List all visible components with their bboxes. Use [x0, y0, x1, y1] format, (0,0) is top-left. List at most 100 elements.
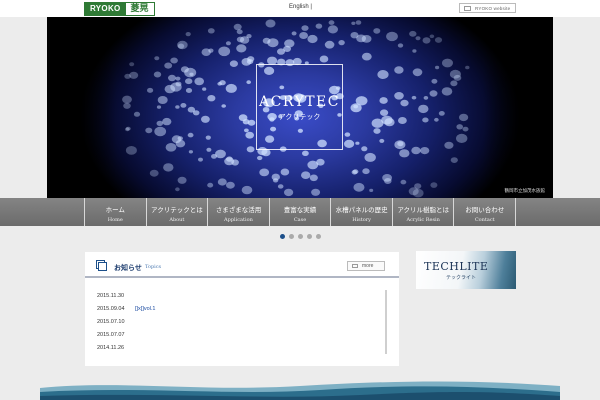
jellyfish-shape — [373, 28, 381, 34]
jellyfish-shape — [185, 32, 191, 37]
jellyfish-shape — [147, 87, 154, 93]
jellyfish-shape — [409, 30, 417, 37]
jellyfish-shape — [226, 181, 235, 189]
jellyfish-shape — [380, 109, 389, 116]
news-item[interactable]: 2015.07.07 — [97, 329, 155, 342]
jellyfish-shape — [299, 32, 308, 39]
ryoko-website-button[interactable]: RYOKO website — [459, 3, 516, 13]
jellyfish-shape — [123, 102, 131, 109]
news-item[interactable]: 2015.11.30 — [97, 290, 155, 303]
jellyfish-shape — [462, 126, 469, 132]
slider-dot[interactable] — [289, 234, 294, 239]
jellyfish-shape — [456, 124, 464, 130]
jellyfish-shape — [414, 183, 422, 190]
jellyfish-shape — [185, 88, 193, 93]
news-subtitle: Topics — [145, 264, 162, 270]
jellyfish-shape — [206, 147, 212, 152]
nav-item-history[interactable]: 水槽パネルの歴史 History — [331, 198, 393, 226]
jellyfish-shape — [328, 20, 335, 25]
english-link[interactable]: English | — [289, 4, 312, 10]
jellyfish-shape — [431, 78, 438, 84]
jellyfish-shape — [442, 58, 453, 68]
jellyfish-shape — [351, 170, 358, 175]
jellyfish-shape — [163, 163, 174, 172]
nav-label-jp: さまざまな活用 — [215, 207, 262, 214]
news-list: 2015.11.30 2015.09.04 []x[]vol.1 2015.07… — [97, 290, 155, 355]
jellyfish-shape — [187, 132, 194, 138]
nav-item-contact[interactable]: お問い合わせ Contact — [454, 198, 517, 226]
jellyfish-shape — [353, 104, 359, 109]
news-header: お知らせ Topics more — [85, 252, 399, 278]
jellyfish-shape — [412, 49, 417, 53]
jellyfish-shape — [364, 152, 376, 162]
news-date: 2015.07.10 — [97, 319, 125, 325]
jellyfish-shape — [307, 34, 318, 44]
jellyfish-shape — [154, 56, 160, 61]
jellyfish-shape — [400, 179, 407, 185]
jellyfish-shape — [187, 106, 196, 113]
ryoko-logo[interactable]: RYOKO 菱晃 — [84, 2, 155, 16]
jellyfish-shape — [327, 25, 338, 34]
slider-dot[interactable] — [280, 234, 285, 239]
news-item[interactable]: 2015.09.04 []x[]vol.1 — [97, 303, 155, 316]
jellyfish-shape — [175, 76, 181, 81]
jellyfish-shape — [225, 41, 231, 46]
nav-item-acrylic-resin[interactable]: アクリル樹脂とは Acrylic Resin — [393, 198, 455, 226]
jellyfish-shape — [171, 135, 182, 144]
jellyfish-shape — [211, 154, 217, 159]
slider-pagination — [280, 234, 321, 239]
jellyfish-shape — [145, 127, 153, 134]
news-title: お知らせ — [114, 265, 142, 272]
jellyfish-shape — [386, 31, 398, 42]
jellyfish-shape — [218, 46, 231, 57]
jellyfish-shape — [338, 40, 345, 46]
nav-label-jp: 水槽パネルの歴史 — [335, 207, 388, 214]
jellyfish-shape — [229, 60, 238, 67]
slider-dot[interactable] — [316, 234, 321, 239]
techlite-banner[interactable]: TECHLITE テックライト — [416, 251, 516, 289]
news-panel: お知らせ Topics more 2015.11.30 2015.09.04 [… — [85, 252, 399, 366]
jellyfish-shape — [241, 58, 252, 66]
news-item[interactable]: 2015.07.10 — [97, 316, 155, 329]
jellyfish-shape — [355, 20, 362, 25]
jellyfish-shape — [168, 74, 176, 82]
nav-label-en: About — [169, 217, 185, 223]
jellyfish-shape — [361, 146, 368, 152]
hero-title: ACRYTEC — [259, 94, 340, 110]
slider-dot[interactable] — [298, 234, 303, 239]
jellyfish-shape — [379, 138, 385, 143]
jellyfish-shape — [122, 95, 132, 104]
news-link[interactable]: []x[]vol.1 — [135, 303, 155, 316]
jellyfish-shape — [301, 171, 311, 179]
nav-item-about[interactable]: アクリテックとは About — [147, 198, 209, 226]
jellyfish-shape — [277, 184, 284, 189]
jellyfish-shape — [164, 62, 173, 69]
jellyfish-shape — [319, 55, 329, 63]
more-button[interactable]: more — [347, 261, 385, 271]
nav-item-case[interactable]: 豊富な実績 Case — [270, 198, 332, 226]
jellyfish-shape — [422, 117, 429, 123]
banner-title: TECHLITE — [424, 260, 489, 273]
jellyfish-shape — [450, 80, 458, 87]
nav-label-en: Contact — [474, 217, 495, 223]
slider-dot[interactable] — [307, 234, 312, 239]
news-date: 2015.11.30 — [97, 293, 125, 299]
jellyfish-shape — [301, 25, 309, 31]
main-nav: ホーム Home アクリテックとは About さまざまな活用 Applicat… — [84, 198, 517, 226]
jellyfish-shape — [420, 147, 430, 155]
hero-slideshow[interactable]: ACRYTEC アクリテック 鶴岡市立加茂水族館 — [47, 17, 553, 198]
nav-item-home[interactable]: ホーム Home — [85, 198, 147, 226]
jellyfish-shape — [422, 37, 431, 44]
news-scrollbar[interactable] — [385, 290, 387, 354]
nav-item-application[interactable]: さまざまな活用 Application — [208, 198, 270, 226]
news-item[interactable]: 2014.11.26 — [97, 342, 155, 355]
jellyfish-shape — [244, 128, 249, 133]
jellyfish-shape — [429, 34, 435, 39]
jellyfish-shape — [267, 38, 279, 48]
jellyfish-shape — [208, 48, 214, 53]
jellyfish-shape — [246, 80, 251, 85]
hero-vignette-left — [47, 17, 117, 198]
jellyfish-shape — [423, 96, 429, 100]
jellyfish-shape — [377, 70, 389, 79]
jellyfish-shape — [125, 146, 137, 155]
